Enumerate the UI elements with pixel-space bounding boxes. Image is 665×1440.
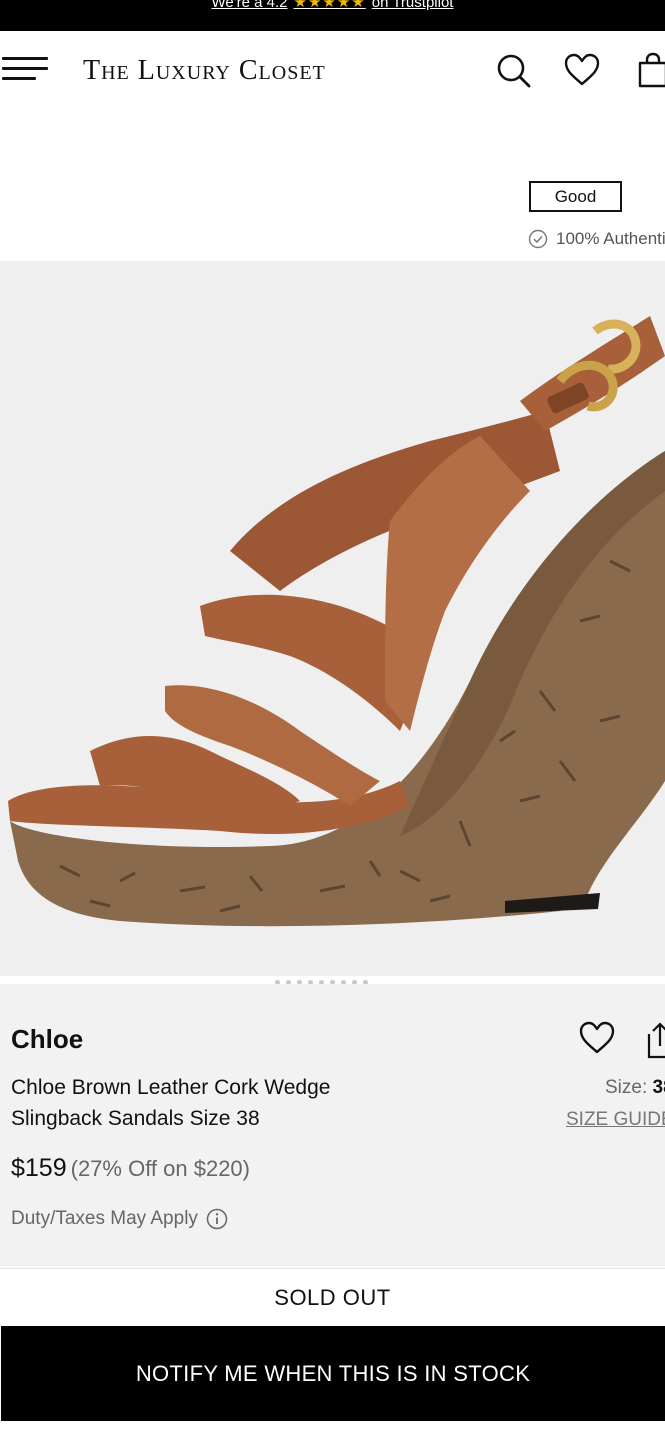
share-icon[interactable]	[645, 1020, 665, 1060]
price-value: $159	[11, 1154, 67, 1182]
authentic-text: 100% Authentic	[556, 229, 665, 248]
product-brand[interactable]: Chloe	[11, 1024, 83, 1055]
info-icon[interactable]	[206, 1208, 228, 1230]
menu-icon[interactable]	[2, 57, 48, 83]
size-indicator: Size: 38	[605, 1077, 665, 1099]
notify-button[interactable]: NOTIFY ME WHEN THIS IS IN STOCK	[1, 1326, 665, 1421]
condition-badge: Good	[529, 181, 622, 212]
product-title: Chloe Brown Leather Cork Wedge Slingback…	[11, 1076, 331, 1130]
product-info: Chloe Chloe Brown Leather Cork Wedge Sli…	[0, 984, 665, 1266]
product-image	[8, 316, 665, 927]
product-price: $159 (27% Off on $220)	[11, 1154, 250, 1183]
check-circle-icon	[528, 229, 548, 249]
rating-suffix: on Trustpilot	[371, 0, 454, 11]
trustpilot-text[interactable]: We're a 4.2 ★★★★★ on Trustpilot	[0, 0, 665, 11]
heart-icon[interactable]	[563, 51, 601, 89]
trustpilot-bar[interactable]: We're a 4.2 ★★★★★ on Trustpilot	[0, 0, 665, 31]
duty-text: Duty/Taxes May Apply	[11, 1208, 198, 1229]
wishlist-heart-icon[interactable]	[578, 1020, 616, 1056]
rating-prefix: We're a 4.2	[211, 0, 288, 11]
size-value: 38	[652, 1077, 665, 1098]
condition-area: Good 100% Authentic	[0, 111, 665, 261]
duty-note[interactable]: Duty/Taxes May Apply	[11, 1208, 228, 1230]
price-discount: (27% Off on $220)	[70, 1156, 250, 1181]
search-icon[interactable]	[494, 51, 532, 89]
size-guide-link[interactable]: SIZE GUIDE	[566, 1109, 665, 1131]
authenticity-note: 100% Authentic	[528, 229, 665, 249]
sold-out-label: SOLD OUT	[0, 1268, 665, 1326]
rating-stars-icon: ★★★★★	[293, 0, 366, 11]
size-label: Size:	[605, 1077, 648, 1098]
site-header: The Luxury Closet	[0, 31, 665, 111]
bag-icon[interactable]	[634, 51, 665, 89]
site-logo[interactable]: The Luxury Closet	[83, 55, 326, 87]
product-gallery[interactable]	[0, 261, 665, 976]
